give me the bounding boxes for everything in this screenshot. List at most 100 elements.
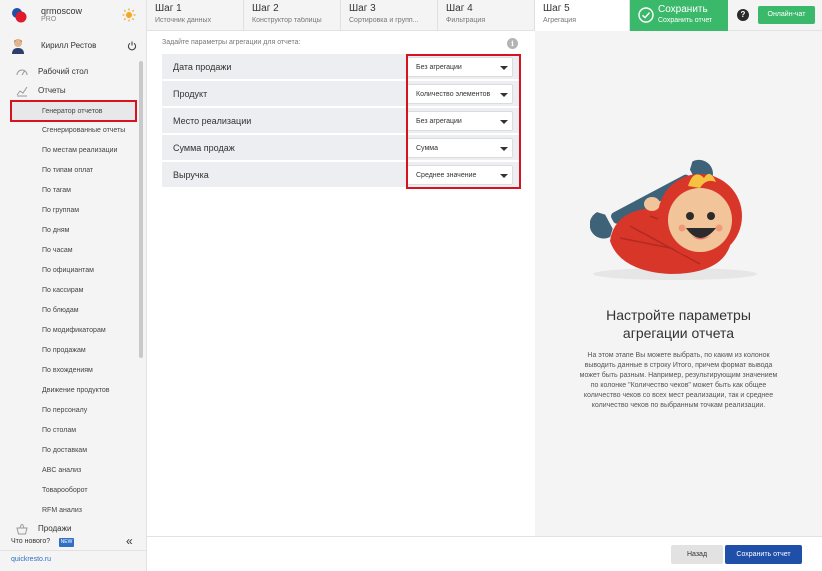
sidebar-item-label: Товарооборот [42, 487, 88, 494]
user-profile[interactable]: Кирилл Рестов [0, 36, 147, 58]
theme-sun-icon[interactable] [122, 8, 136, 22]
tab-step-4[interactable]: Шаг 4 Фильтрация [438, 0, 535, 31]
column-label: Продукт [173, 89, 208, 99]
sidebar-item-reports[interactable]: Отчеты [0, 82, 138, 100]
info-description: На этом этапе Вы можете выбрать, по каки… [579, 352, 778, 409]
step-title: Шаг 2 [252, 3, 279, 14]
sidebar-subitem-generated-reports[interactable]: Сгенерированные отчеты [0, 121, 138, 141]
sidebar-item-label: Генератор отчетов [42, 108, 103, 115]
sidebar-subitem-rfm-analysis[interactable]: RFM анализ [0, 501, 138, 521]
divider [0, 550, 147, 551]
whats-new-link[interactable]: Что нового? [11, 538, 50, 545]
sidebar-item-label: По доставкам [42, 447, 88, 454]
brand-logo-icon [12, 8, 27, 23]
logout-icon[interactable] [127, 41, 137, 51]
avatar [12, 39, 24, 54]
sidebar-item-label: По дням [42, 227, 70, 234]
step-title: Шаг 3 [349, 3, 376, 14]
info-title: Настройте параметры агрегации отчета [535, 306, 822, 342]
sidebar-subitem-by-staff[interactable]: По персоналу [0, 401, 138, 421]
column-label: Сумма продаж [173, 143, 235, 153]
sidebar-subitem-by-days[interactable]: По дням [0, 221, 138, 241]
sidebar-item-sales[interactable]: Продажи [0, 520, 138, 538]
aggregation-hint: Задайте параметры агрегации для отчета: [162, 39, 301, 46]
reports-chart-icon [16, 86, 28, 97]
sidebar-subitem-by-dishes[interactable]: По блюдам [0, 301, 138, 321]
sidebar-subitem-product-movement[interactable]: Движение продуктов [0, 381, 138, 401]
sidebar-subitem-by-tags[interactable]: По тагам [0, 181, 138, 201]
step-subtitle: Конструктор таблицы [252, 17, 322, 24]
tab-step-2[interactable]: Шаг 2 Конструктор таблицы [244, 0, 341, 31]
selects-highlight-frame [406, 54, 521, 189]
site-link[interactable]: quickresto.ru [11, 556, 51, 563]
online-chat-button[interactable]: Онлайн-чат [758, 6, 815, 24]
dashboard-icon [16, 69, 28, 76]
sidebar: qrmoscow PRO Кирилл Рестов Рабочий стол … [0, 0, 147, 571]
column-label: Место реализации [173, 116, 252, 126]
tab-step-5[interactable]: Шаг 5 Агрегация [535, 0, 630, 31]
sidebar-item-label: По официантам [42, 267, 94, 274]
sidebar-subitem-by-sales[interactable]: По продажам [0, 341, 138, 361]
sidebar-subitem-report-generator[interactable]: Генератор отчетов [10, 100, 137, 122]
sidebar-item-label: RFM анализ [42, 507, 82, 514]
sidebar-item-label: По группам [42, 207, 80, 214]
sidebar-item-label: По модификаторам [42, 327, 106, 334]
brand-header[interactable]: qrmoscow PRO [0, 0, 147, 31]
sidebar-subitem-by-waiters[interactable]: По официантам [0, 261, 138, 281]
sidebar-item-label: Продажи [38, 524, 72, 533]
sidebar-subitem-by-occurrences[interactable]: По вхождениям [0, 361, 138, 381]
sidebar-item-label: Отчеты [38, 86, 66, 95]
sidebar-item-label: По продажам [42, 347, 86, 354]
sidebar-item-desktop[interactable]: Рабочий стол [0, 63, 138, 81]
sidebar-subitem-by-modifiers[interactable]: По модификаторам [0, 321, 138, 341]
sidebar-subitem-turnover[interactable]: Товарооборот [0, 481, 138, 501]
sidebar-subitem-by-hours[interactable]: По часам [0, 241, 138, 261]
sidebar-item-label: По вхождениям [42, 367, 93, 374]
sidebar-subitem-by-deliveries[interactable]: По доставкам [0, 441, 138, 461]
sidebar-subitem-by-places[interactable]: По местам реализации [0, 141, 138, 161]
sidebar-subitem-by-payment-types[interactable]: По типам оплат [0, 161, 138, 181]
sidebar-item-label: По местам реализации [42, 147, 118, 154]
sidebar-item-label: Рабочий стол [38, 67, 89, 76]
steps-bar: Шаг 1 Источник данных Шаг 2 Конструктор … [147, 0, 822, 31]
sidebar-subitem-by-cashiers[interactable]: По кассирам [0, 281, 138, 301]
sidebar-item-label: Движение продуктов [42, 387, 110, 394]
tab-step-3[interactable]: Шаг 3 Сортировка и групп... [341, 0, 438, 31]
collapse-sidebar-button[interactable]: « [126, 534, 133, 548]
info-panel: Настройте параметры агрегации отчета На … [535, 31, 822, 536]
sidebar-subitem-abc-analysis[interactable]: ABC анализ [0, 461, 138, 481]
column-label: Выручка [173, 170, 209, 180]
step-subtitle: Сортировка и групп... [349, 17, 419, 24]
user-name: Кирилл Рестов [41, 41, 97, 50]
brand-plan: PRO [41, 16, 57, 23]
brand-name: qrmoscow [41, 6, 83, 16]
sidebar-item-label: По кассирам [42, 287, 84, 294]
sidebar-scrollbar[interactable] [139, 61, 143, 358]
step-title: Шаг 4 [446, 3, 473, 14]
sidebar-item-label: По столам [42, 427, 77, 434]
back-button[interactable]: Назад [671, 545, 723, 564]
sidebar-item-label: По блюдам [42, 307, 79, 314]
save-report-button[interactable]: Сохранить отчет [725, 545, 802, 564]
info-title-line: Настройте параметры [606, 307, 751, 323]
sidebar-subitem-by-groups[interactable]: По группам [0, 201, 138, 221]
info-icon[interactable]: i [507, 38, 518, 49]
save-subtitle: Сохранить отчет [658, 17, 713, 24]
tab-step-1[interactable]: Шаг 1 Источник данных [147, 0, 244, 31]
sidebar-item-label: ABC анализ [42, 467, 82, 474]
sidebar-item-label: По типам оплат [42, 167, 94, 174]
save-report-top-button[interactable]: Сохранить Сохранить отчет [630, 0, 728, 31]
step-title: Шаг 1 [155, 3, 182, 14]
save-title: Сохранить [658, 4, 708, 15]
help-icon[interactable]: ? [737, 9, 749, 21]
column-label: Дата продажи [173, 62, 232, 72]
check-circle-icon [638, 7, 654, 23]
info-title-line: агрегации отчета [622, 325, 735, 341]
sidebar-subitem-by-tables[interactable]: По столам [0, 421, 138, 441]
sidebar-item-label: Сгенерированные отчеты [42, 127, 126, 134]
new-badge: NEW [59, 538, 74, 547]
step-subtitle: Источник данных [155, 17, 212, 24]
baby-wrench-illustration [590, 159, 757, 280]
sidebar-item-label: По тагам [42, 187, 71, 194]
step-title: Шаг 5 [543, 3, 570, 14]
